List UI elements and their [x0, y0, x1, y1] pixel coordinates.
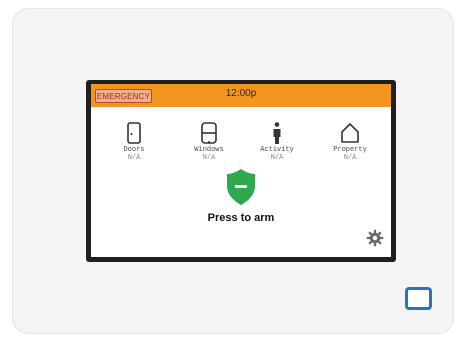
- tile-label: Doors: [123, 146, 145, 154]
- tile-label: Activity: [260, 146, 294, 154]
- tile-windows[interactable]: Windows N/A: [174, 121, 244, 165]
- door-icon: [127, 122, 141, 144]
- tile-value: N/A: [202, 154, 216, 162]
- touch-screen: EMERGENCY 12:00p Doors N/A Windows N/A A…: [91, 84, 391, 257]
- tile-property[interactable]: Property N/A: [315, 121, 385, 165]
- clock: 12:00p: [225, 88, 257, 99]
- arm-button[interactable]: Press to arm: [191, 168, 291, 230]
- arm-label: Press to arm: [207, 212, 275, 224]
- house-icon: [341, 123, 359, 143]
- tile-value: N/A: [343, 154, 357, 162]
- tile-label: Property: [333, 146, 367, 154]
- person-icon: [273, 122, 281, 144]
- tile-label: Windows: [194, 146, 224, 154]
- home-button[interactable]: [405, 287, 432, 310]
- tile-doors[interactable]: Doors N/A: [99, 121, 169, 165]
- tile-value: N/A: [127, 154, 141, 162]
- status-bar: EMERGENCY 12:00p: [91, 84, 391, 107]
- tile-value: N/A: [270, 154, 284, 162]
- sensor-tiles: Doors N/A Windows N/A Activity N/A Prope…: [91, 121, 391, 165]
- shield-icon: [227, 169, 255, 205]
- tile-activity[interactable]: Activity N/A: [242, 121, 312, 165]
- window-icon: [201, 122, 217, 144]
- gear-icon[interactable]: [366, 229, 384, 247]
